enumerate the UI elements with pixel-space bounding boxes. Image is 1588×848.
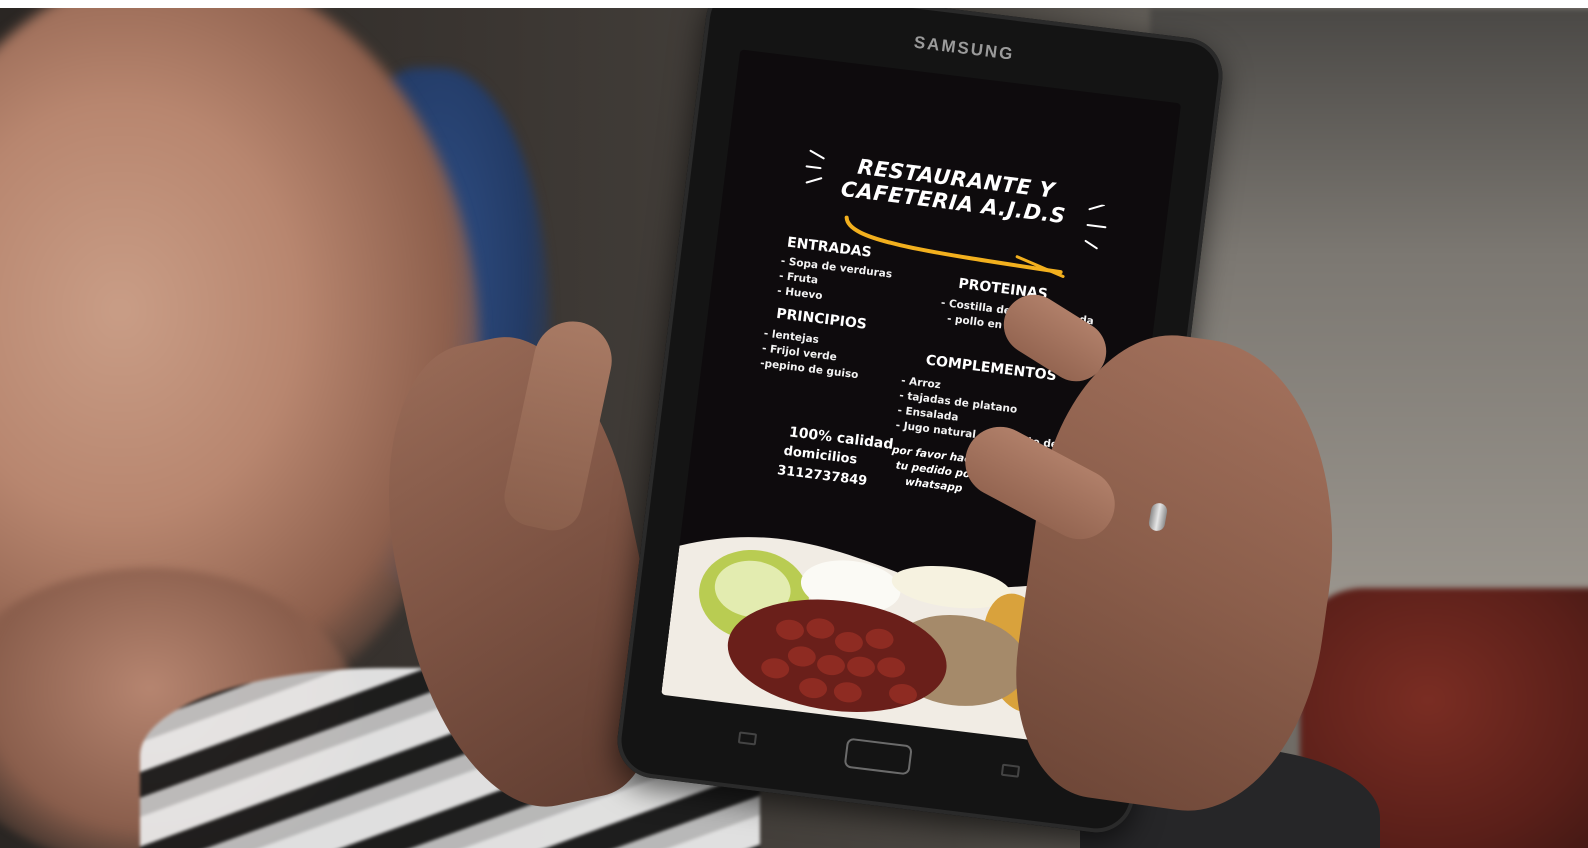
sparkle-right-icon <box>1084 203 1107 250</box>
photo-scene: SAMSUNG RESTAURANTE Y CAFETERIA A.J.D.S … <box>0 8 1588 848</box>
recent-apps-key[interactable] <box>737 731 758 746</box>
sparkle-left-icon <box>805 149 825 184</box>
back-key[interactable] <box>1000 763 1021 778</box>
home-button[interactable] <box>843 737 913 776</box>
principios-list: - lentejas - Frijol verde -pepino de gui… <box>759 326 863 383</box>
entradas-list: - Sopa de verduras - Fruta - Huevo <box>776 254 893 312</box>
